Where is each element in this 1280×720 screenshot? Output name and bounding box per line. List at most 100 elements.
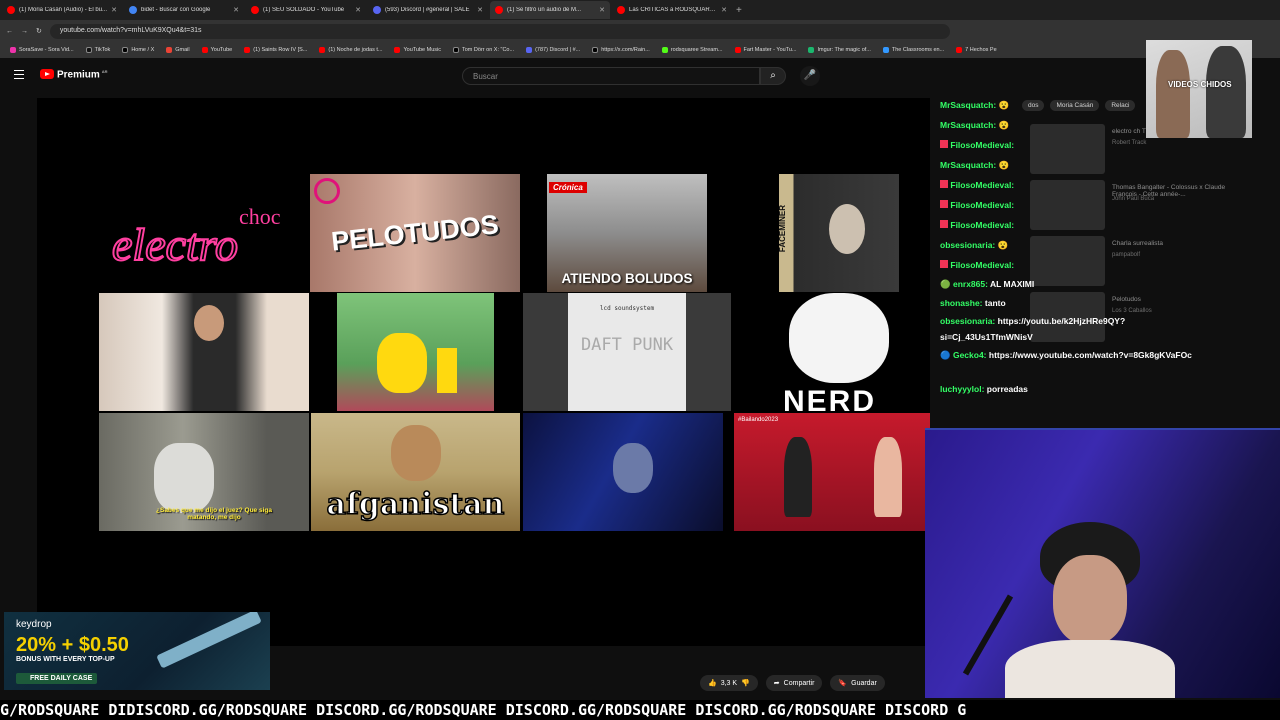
reload-icon[interactable]: ↻ xyxy=(36,27,42,35)
thumbs-up-icon: 👍 xyxy=(708,680,717,687)
chat-message: obsesionaria: https://youtu.be/k2HjzHRe9… xyxy=(940,316,1126,326)
chat-message-continuation: si=Cj_43Us1TfmWNisV xyxy=(940,332,1033,342)
search-icon: ⌕ xyxy=(770,70,776,81)
discord-icon xyxy=(526,47,533,53)
youtube-icon xyxy=(734,47,741,53)
old-man-beard xyxy=(154,443,214,513)
bookmark[interactable]: (787) Discord | #... xyxy=(526,47,580,53)
pelotudos-caption: PELOTUDOS xyxy=(329,208,501,257)
stream-screen: (1) Moria Casán (Audio) - El bu... ✕ bide… xyxy=(0,0,1280,720)
youtube-brand[interactable]: Premium AR xyxy=(57,69,108,80)
menu-icon[interactable] xyxy=(14,70,24,79)
close-tab-icon[interactable]: ✕ xyxy=(477,6,483,14)
bookmark[interactable]: SoraSave - Sora Vid... xyxy=(10,47,74,53)
person-figure xyxy=(1156,50,1190,138)
afganistan-tile: afganistan xyxy=(311,413,520,531)
url-field[interactable]: youtube.com/watch?v=mhLVuK9XQu4&t=31s xyxy=(49,23,950,39)
bookmark[interactable]: YouTube xyxy=(201,47,232,53)
browser-tabstrip: (1) Moria Casán (Audio) - El bu... ✕ bide… xyxy=(0,0,1280,20)
close-tab-icon[interactable]: ✕ xyxy=(599,6,605,14)
search-input[interactable]: Buscar xyxy=(462,67,760,85)
faceminer-label: FACEMINER xyxy=(779,204,788,253)
badge-icon xyxy=(940,140,948,148)
youtube-header: Premium AR Buscar ⌕ 🎤 xyxy=(0,58,930,94)
close-tab-icon[interactable]: ✕ xyxy=(355,6,361,14)
search-button[interactable]: ⌕ xyxy=(760,67,786,85)
chat-message: FilosoMedieval: xyxy=(940,260,1014,270)
cronica-caption: ATIENDO BOLUDOS xyxy=(561,271,693,286)
x-icon xyxy=(592,47,599,53)
bookmark[interactable]: rodsquaree Stream... xyxy=(661,47,723,53)
svg-text:choc: choc xyxy=(239,204,281,229)
browser-tab[interactable]: (1) Moria Casán (Audio) - El bu... ✕ xyxy=(2,1,122,19)
bookmark[interactable]: 7 Hechos Pe xyxy=(956,47,997,53)
woman-figure xyxy=(874,437,902,517)
bailando-tag: #Bailando2023 xyxy=(738,417,779,423)
bookmark[interactable]: Imgur: The magic of... xyxy=(808,47,871,53)
share-icon: ➦ xyxy=(773,680,780,687)
chat-message: FilosoMedieval: xyxy=(940,220,1014,230)
thumbs-down-icon[interactable]: 👎 xyxy=(741,679,750,687)
browser-tab[interactable]: bidet - Buscar con Google ✕ xyxy=(124,1,244,19)
youtube-favicon-icon xyxy=(251,6,259,14)
streamer-face xyxy=(1053,555,1127,645)
discord-favicon-icon xyxy=(373,6,381,14)
kick-icon xyxy=(661,47,668,53)
browser-tab[interactable]: (1) SEU SOLDADO - YouTube ✕ xyxy=(246,1,366,19)
bookmark[interactable]: https://x.com/Rain... xyxy=(592,47,650,53)
bailando-tile: #Bailando2023 xyxy=(734,413,930,531)
youtube-icon xyxy=(319,47,326,53)
stream-chat: MrSasquatch: 😮 MrSasquatch: 😮 FilosoMedi… xyxy=(930,94,1240,426)
save-button[interactable]: 🔖 Guardar xyxy=(830,675,885,691)
rifle-icon xyxy=(156,612,262,669)
youtube-logo-icon[interactable] xyxy=(40,69,54,79)
bookmark[interactable]: TikTok xyxy=(85,47,110,53)
bookmark[interactable]: Home / X xyxy=(122,47,154,53)
emote-icon: 😮 xyxy=(998,100,1010,110)
streamer-body xyxy=(1005,640,1175,698)
video-player[interactable]: choc electro PELOTUDOS Crónica ATIENDO B… xyxy=(37,98,930,646)
emote-icon: 😮 xyxy=(998,160,1010,170)
bookmark-icon xyxy=(10,47,16,53)
bookmark[interactable]: Gmail xyxy=(166,47,190,53)
bookmarks-bar: SoraSave - Sora Vid... TikTok Home / X G… xyxy=(0,42,1280,58)
bookmark[interactable]: (1) Saints Row IV [S... xyxy=(244,47,307,53)
nerd-cat-tile: NERD xyxy=(779,293,929,411)
bookmark[interactable]: The Classrooms en... xyxy=(882,47,944,53)
close-tab-icon[interactable]: ✕ xyxy=(721,6,727,14)
imgur-icon xyxy=(808,47,815,53)
badge-icon xyxy=(940,260,948,268)
discord-ticker: G/RODSQUARE DIDISCORD.GG/RODSQUARE DISCO… xyxy=(0,700,1280,720)
browser-tab-active[interactable]: (1) Se filtró un audio de M... ✕ xyxy=(490,1,610,19)
keydrop-ad[interactable]: keydrop 20% + $0.50 BONUS WITH EVERY TOP… xyxy=(4,612,270,690)
cat-face xyxy=(789,293,889,383)
man-bowtie-tile xyxy=(99,293,309,411)
close-tab-icon[interactable]: ✕ xyxy=(111,6,117,14)
homer-figure xyxy=(377,333,427,393)
ad-subheadline: BONUS WITH EVERY TOP-UP xyxy=(16,656,115,663)
electro-choc-tile: choc electro xyxy=(99,174,309,292)
browser-tab[interactable]: Las CRITICAS a RODSQUARE - ... ✕ xyxy=(612,1,732,19)
cronica-badge: Crónica xyxy=(549,182,587,193)
classrooms-icon xyxy=(882,47,889,53)
voice-search-button[interactable]: 🎤 xyxy=(800,66,820,86)
bookmark[interactable]: Fart Master - YouTu... xyxy=(734,47,796,53)
bookmark[interactable]: Tom Dörr on X: "Co... xyxy=(453,47,514,53)
share-button[interactable]: ➦ Compartir xyxy=(765,675,823,691)
car-man-tile xyxy=(523,413,723,531)
screaming-face xyxy=(391,425,441,481)
forward-icon[interactable]: → xyxy=(21,28,28,35)
youtube-icon xyxy=(956,47,963,53)
back-icon[interactable]: ← xyxy=(6,28,13,35)
car-man-face xyxy=(613,443,653,493)
close-tab-icon[interactable]: ✕ xyxy=(233,6,239,14)
gmail-icon xyxy=(166,47,173,53)
browser-tab[interactable]: (593) Discord | #general | SALE ✕ xyxy=(368,1,488,19)
simpsons-tile xyxy=(337,293,494,411)
bookmark[interactable]: (1) Noche de jodas t... xyxy=(319,47,382,53)
new-tab-icon[interactable]: + xyxy=(736,5,742,16)
bookmark[interactable]: YouTube Music xyxy=(394,47,441,53)
chat-message: 🔵 Gecko4: https://www.youtube.com/watch?… xyxy=(940,350,1192,360)
like-button[interactable]: 👍 3,3 K 👎 xyxy=(700,675,758,691)
chat-message: FilosoMedieval: xyxy=(940,180,1014,190)
